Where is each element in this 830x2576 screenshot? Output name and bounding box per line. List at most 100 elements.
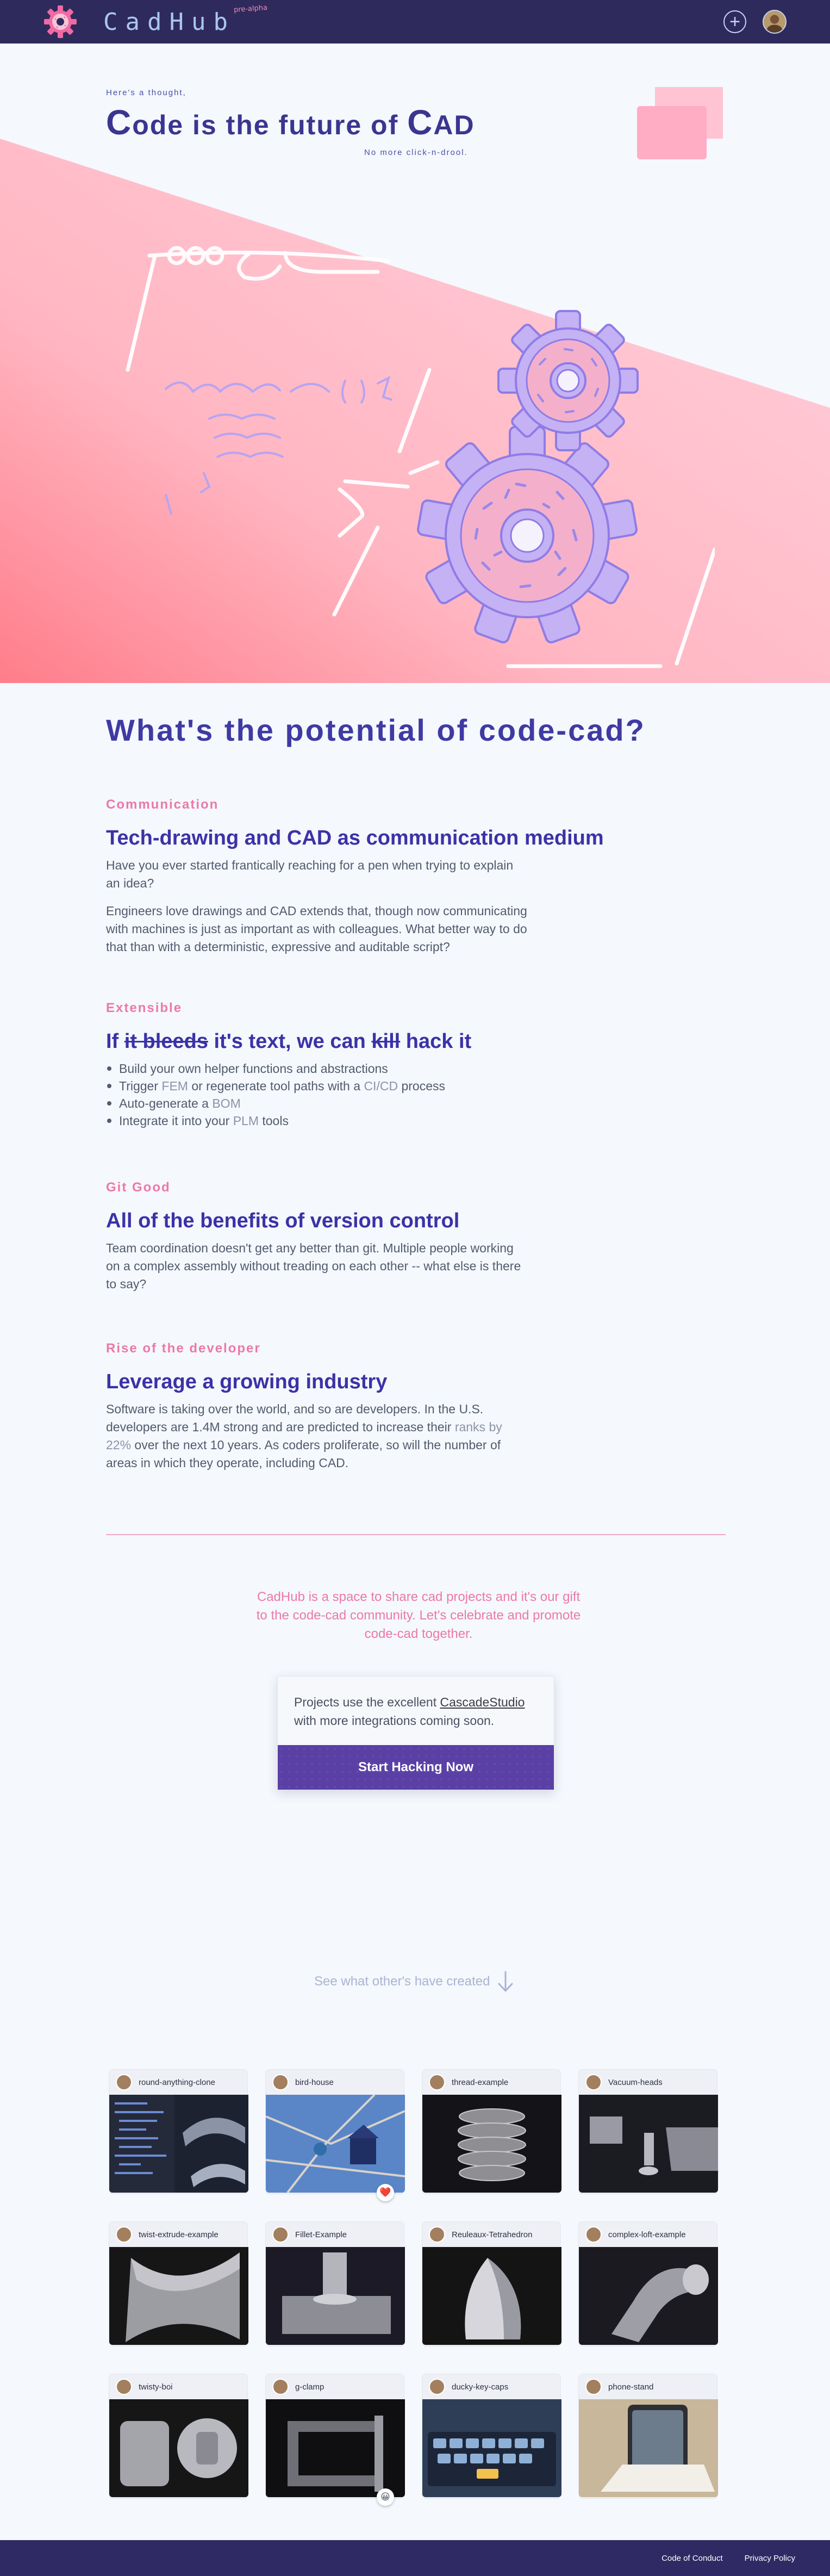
benefit-paragraph: Software is taking over the world, and s… xyxy=(106,1400,530,1472)
project-title: Fillet-Example xyxy=(295,2230,347,2239)
hero-illustration xyxy=(126,246,715,668)
benefit-paragraph: Engineers love drawings and CAD extends … xyxy=(106,904,527,954)
section-divider xyxy=(106,1534,726,1535)
hero-title-main: ode is the future of xyxy=(132,110,408,140)
project-card[interactable]: twisty-boi xyxy=(109,2374,248,2499)
list-text: Trigger xyxy=(119,1079,162,1093)
paragraph-part: Software is taking over the world, and s… xyxy=(106,1402,484,1434)
brand-name[interactable]: CadHub pre-alpha xyxy=(103,3,267,36)
add-project-button[interactable]: + xyxy=(723,10,746,33)
project-thumbnail xyxy=(109,2095,248,2193)
cta-card: Projects use the excellent CascadeStudio… xyxy=(277,1676,554,1790)
heading-part: it's text, we can xyxy=(208,1030,372,1053)
reaction-badge[interactable]: 😀 xyxy=(377,2488,394,2506)
author-avatar xyxy=(116,2379,132,2395)
project-title: phone-stand xyxy=(608,2382,654,2392)
project-card[interactable]: Fillet-Example xyxy=(265,2221,405,2347)
project-card-header: Reuleaux-Tetrahedron xyxy=(422,2222,560,2247)
cta-text-part: Projects use the excellent xyxy=(294,1695,440,1709)
landing-page: CadHub pre-alpha + Here's a thought, Cod… xyxy=(0,0,830,2576)
project-card[interactable]: complex-loft-example xyxy=(578,2221,718,2347)
project-thumbnail xyxy=(422,2247,561,2345)
cadhub-logo-icon[interactable] xyxy=(43,5,77,39)
project-card-header: Fillet-Example xyxy=(266,2222,404,2247)
user-avatar-button[interactable] xyxy=(763,10,787,34)
plm-link[interactable]: PLM xyxy=(233,1114,259,1128)
author-avatar xyxy=(429,2074,445,2090)
cta-text: Projects use the excellent CascadeStudio… xyxy=(278,1677,554,1730)
project-title: ducky-key-caps xyxy=(452,2382,509,2392)
project-thumbnail xyxy=(266,2399,405,2497)
see-created-label: See what other's have created xyxy=(314,1974,490,1989)
project-card-header: Vacuum-heads xyxy=(579,2070,717,2095)
hero-subtitle: No more click-n-drool. xyxy=(364,148,468,157)
project-card[interactable]: ducky-key-caps xyxy=(422,2374,561,2499)
hero-eyebrow: Here's a thought, xyxy=(106,88,186,97)
bom-link[interactable]: BOM xyxy=(212,1096,240,1110)
benefit-heading: If it bleeds it's text, we can kill hack… xyxy=(106,1030,530,1053)
pre-alpha-badge: pre-alpha xyxy=(233,3,268,14)
mission-statement: CadHub is a space to share cad projects … xyxy=(256,1590,581,1641)
brand-text: CadHub xyxy=(103,8,235,36)
list-item: Trigger FEM or regenerate tool paths wit… xyxy=(106,1077,530,1095)
benefit-extensible: Extensible If it bleeds it's text, we ca… xyxy=(106,1001,530,1129)
benefit-eyebrow: Git Good xyxy=(106,1180,171,1195)
list-item: Auto-generate a BOM xyxy=(106,1095,530,1112)
author-avatar xyxy=(585,2074,602,2090)
cta-text-part: with more integrations coming soon. xyxy=(294,1714,495,1728)
project-card[interactable]: round-anything-clone xyxy=(109,2069,248,2194)
privacy-policy-link[interactable]: Privacy Policy xyxy=(745,2554,795,2563)
project-title: twist-extrude-example xyxy=(139,2230,219,2239)
project-card-header: bird-house xyxy=(266,2070,404,2095)
author-avatar xyxy=(585,2226,602,2243)
author-avatar xyxy=(429,2379,445,2395)
project-card[interactable]: Vacuum-heads xyxy=(578,2069,718,2194)
struck-text: kill xyxy=(371,1030,401,1053)
project-card-header: thread-example xyxy=(422,2070,560,2095)
project-thumbnail xyxy=(266,2247,405,2345)
project-card-header: twisty-boi xyxy=(109,2374,247,2399)
cascadestudio-link[interactable]: CascadeStudio xyxy=(440,1695,525,1709)
project-title: bird-house xyxy=(295,2077,334,2087)
project-card[interactable]: thread-example xyxy=(422,2069,561,2194)
project-card[interactable]: bird-house ❤️ xyxy=(265,2069,405,2201)
project-card-header: phone-stand xyxy=(579,2374,717,2399)
reaction-badge[interactable]: ❤️ xyxy=(377,2184,394,2201)
benefit-heading: Leverage a growing industry xyxy=(106,1370,388,1393)
project-card[interactable]: Reuleaux-Tetrahedron xyxy=(422,2221,561,2347)
code-of-conduct-link[interactable]: Code of Conduct xyxy=(661,2554,723,2563)
author-avatar xyxy=(272,2226,289,2243)
project-card[interactable]: twist-extrude-example xyxy=(109,2221,248,2347)
paragraph-part: over the next 10 years. As coders prolif… xyxy=(106,1438,501,1470)
list-text: or regenerate tool paths with a xyxy=(188,1079,364,1093)
project-thumbnail xyxy=(422,2095,561,2193)
project-title: Reuleaux-Tetrahedron xyxy=(452,2230,533,2239)
project-title: thread-example xyxy=(452,2077,509,2087)
hero-title-initial: C xyxy=(106,103,133,142)
list-text: Build your own helper functions and abst… xyxy=(119,1062,388,1076)
project-card[interactable]: g-clamp 😀 xyxy=(265,2374,405,2506)
benefit-developer: Rise of the developer Leverage a growing… xyxy=(106,1341,530,1472)
benefit-heading: All of the benefits of version control xyxy=(106,1209,460,1232)
project-title: round-anything-clone xyxy=(139,2077,215,2087)
see-created-prompt[interactable]: See what other's have created xyxy=(314,1971,514,1992)
benefit-git-good: Git Good All of the benefits of version … xyxy=(106,1180,530,1293)
project-card[interactable]: phone-stand xyxy=(578,2374,718,2499)
heading-part: hack it xyxy=(400,1030,472,1053)
author-avatar xyxy=(585,2379,602,2395)
start-hacking-button[interactable]: Start Hacking Now xyxy=(278,1745,554,1790)
benefit-eyebrow: Rise of the developer xyxy=(106,1341,261,1356)
benefit-paragraph: Have you ever started frantically reachi… xyxy=(106,858,514,890)
project-grid: round-anything-clone bird-house ❤️ threa… xyxy=(109,2069,722,2506)
project-thumbnail xyxy=(109,2399,248,2497)
fem-link[interactable]: FEM xyxy=(161,1079,188,1093)
benefit-communication: Communication Tech-drawing and CAD as co… xyxy=(106,797,604,956)
author-avatar xyxy=(116,2226,132,2243)
nav-actions: + xyxy=(723,10,787,34)
benefit-paragraph: Team coordination doesn't get any better… xyxy=(106,1241,521,1291)
list-text: process xyxy=(398,1079,445,1093)
cicd-link[interactable]: CI/CD xyxy=(364,1079,398,1093)
project-card-header: round-anything-clone xyxy=(109,2070,247,2095)
hero-title-cad-rest: AD xyxy=(433,110,475,140)
footer: Code of Conduct Privacy Policy xyxy=(0,2540,830,2576)
